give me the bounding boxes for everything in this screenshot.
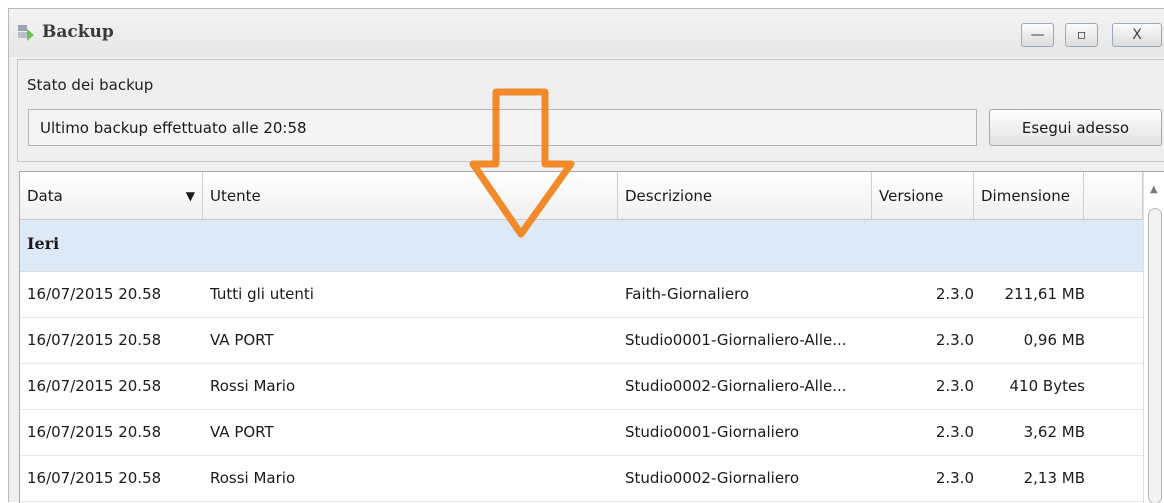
last-backup-text: Ultimo backup effettuato alle 20:58 [40,119,307,137]
cell-user: Rossi Mario [210,469,296,487]
cell-user: VA PORT [210,423,274,441]
annotation-down-arrow-icon [469,88,575,238]
column-header-label: Dimensione [981,187,1070,205]
cell-version: 2.3.0 [935,331,974,349]
maximize-icon: ▫ [1076,27,1087,43]
column-header-label: Versione [879,187,944,205]
column-header-descrizione[interactable]: Descrizione [618,172,872,220]
maximize-button[interactable]: ▫ [1065,23,1098,47]
vertical-scrollbar[interactable]: ▲ [1143,172,1164,503]
minimize-button[interactable]: — [1021,23,1054,47]
cell-description: Studio0002-Giornaliero-Alle... [625,377,847,395]
sort-descending-icon: ▼ [185,189,195,203]
column-header-data[interactable]: Data ▼ [20,172,203,220]
close-icon: X [1132,27,1142,43]
scrollbar-thumb[interactable] [1148,208,1162,503]
cell-size: 3,62 MB [1023,423,1085,441]
backup-app-icon [18,25,34,41]
column-header-label: Data [27,187,63,205]
backup-list-grid: Data ▼ Utente Descrizione Versione Dimen… [19,171,1164,503]
cell-version: 2.3.0 [935,423,974,441]
cell-user: VA PORT [210,331,274,349]
column-header-filler [1084,172,1143,220]
column-header-versione[interactable]: Versione [872,172,974,220]
table-row[interactable]: 16/07/2015 20.58 VA PORT Studio0001-Gior… [20,410,1143,456]
backup-window: Backup — ▫ X Stato dei backup Ultimo bac… [8,8,1164,503]
table-row[interactable]: 16/07/2015 20.58 Rossi Mario Studio0002-… [20,364,1143,410]
backup-status-panel: Stato dei backup Ultimo backup effettuat… [17,59,1164,162]
cell-version: 2.3.0 [935,285,974,303]
cell-description: Faith-Giornaliero [625,285,750,303]
cell-date: 16/07/2015 20.58 [27,423,162,441]
cell-size: 410 Bytes [1009,377,1086,395]
group-row-ieri[interactable]: Ieri [20,220,1143,272]
table-row[interactable]: 16/07/2015 20.58 VA PORT Studio0001-Gior… [20,318,1143,364]
cell-size: 2,13 MB [1023,469,1085,487]
table-row[interactable]: 16/07/2015 20.58 Tutti gli utenti Faith-… [20,272,1143,318]
group-label: Ieri [27,234,60,253]
status-panel-label: Stato dei backup [27,76,154,94]
window-title: Backup [42,22,114,42]
cell-user: Tutti gli utenti [210,285,314,303]
scroll-up-arrow-icon[interactable]: ▲ [1150,184,1158,195]
run-backup-now-button[interactable]: Esegui adesso [989,109,1162,146]
cell-description: Studio0002-Giornaliero [625,469,800,487]
minimize-icon: — [1030,27,1045,43]
cell-user: Rossi Mario [210,377,296,395]
title-bar[interactable]: Backup — ▫ X [9,9,1164,57]
cell-size: 0,96 MB [1023,331,1085,349]
cell-description: Studio0001-Giornaliero [625,423,800,441]
cell-date: 16/07/2015 20.58 [27,469,162,487]
cell-description: Studio0001-Giornaliero-Alle... [625,331,847,349]
cell-version: 2.3.0 [935,377,974,395]
column-header-label: Utente [210,187,261,205]
cell-date: 16/07/2015 20.58 [27,331,162,349]
table-row[interactable]: 16/07/2015 20.58 Rossi Mario Studio0002-… [20,456,1143,502]
close-button[interactable]: X [1112,23,1162,47]
column-header-dimensione[interactable]: Dimensione [974,172,1084,220]
cell-size: 211,61 MB [1004,285,1086,303]
cell-date: 16/07/2015 20.58 [27,285,162,303]
cell-date: 16/07/2015 20.58 [27,377,162,395]
column-header-label: Descrizione [625,187,713,205]
cell-version: 2.3.0 [935,469,974,487]
